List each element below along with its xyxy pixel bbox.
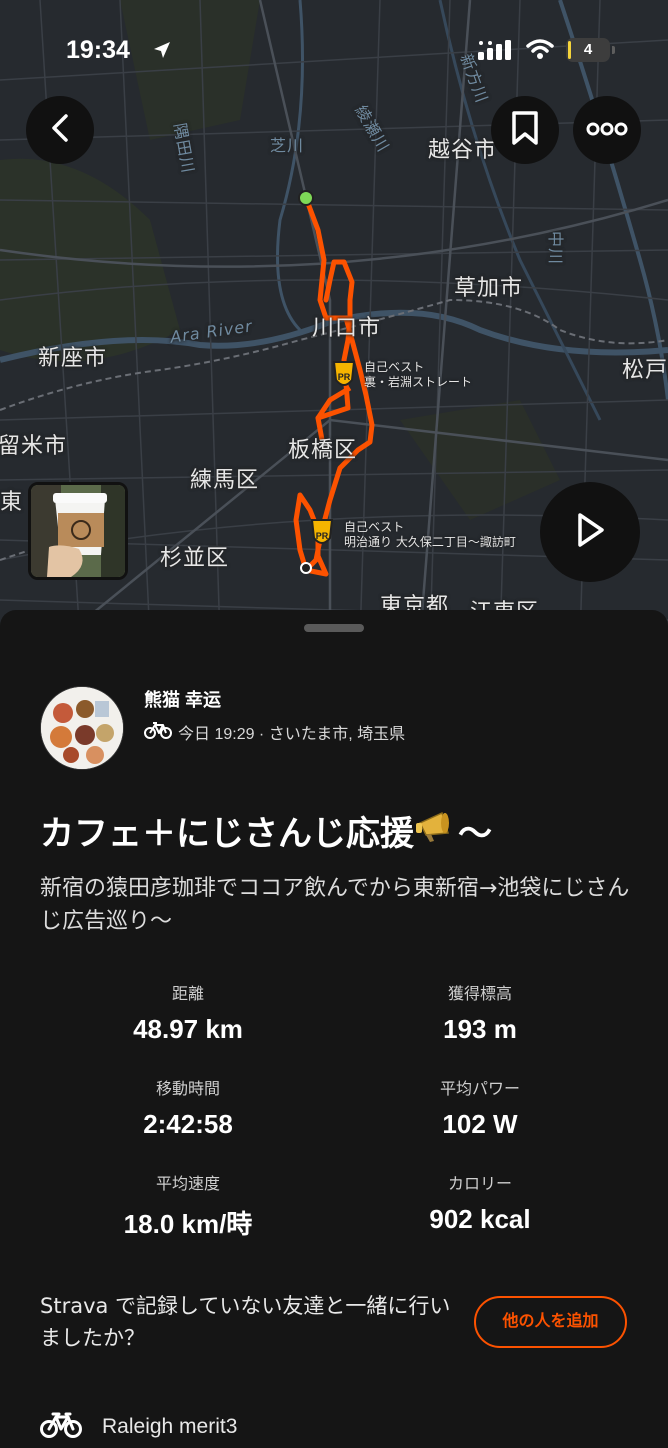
activity-description: 新宿の猿田彦珈琲でココア飲んでから東新宿→池袋にじさんじ広告巡り〜: [40, 876, 630, 934]
more-icon: [586, 121, 628, 140]
add-people-button[interactable]: 他の人を追加: [474, 1296, 627, 1348]
stat-label: カロリー: [447, 1174, 512, 1193]
more-button[interactable]: [573, 96, 641, 164]
stat-label: 移動時間: [155, 1079, 220, 1098]
stat-avg-speed: 平均速度 18.0 km/時: [68, 1172, 308, 1241]
battery-indicator: 4: [566, 38, 615, 62]
activity-meta: 今日 19:29 · さいたま市, 埼玉県: [144, 720, 405, 744]
stat-value: 902 kcal: [429, 1204, 531, 1234]
map-label-shiba: 芝川: [270, 136, 305, 155]
avatar-image: [41, 687, 123, 769]
play-icon: [574, 511, 606, 553]
friends-prompt: Strava で記録していない友達と一緒に行いましたか？: [40, 1294, 451, 1350]
coffee-cup-photo: [31, 485, 125, 577]
bike-icon: [144, 721, 172, 744]
pr-badge-icon[interactable]: PR: [310, 519, 334, 544]
stat-value: 193 m: [443, 1014, 517, 1044]
pr-segment-title: 自己ベスト: [364, 360, 425, 374]
stat-calories: カロリー 902 kcal: [360, 1172, 600, 1235]
avatar[interactable]: [40, 686, 124, 770]
pr-segment-label[interactable]: 自己ベスト 明治通り 大久保二丁目〜諏訪町: [344, 520, 516, 550]
stat-distance: 距離 48.97 km: [68, 982, 308, 1045]
stat-label: 獲得標高: [447, 984, 512, 1003]
map-label-koshigaya: 越谷市: [428, 138, 498, 163]
map-label-nerima: 練馬区: [190, 468, 260, 493]
map-label-kurume: 留米市: [0, 434, 68, 459]
activity-photo-thumbnail[interactable]: [28, 482, 128, 580]
stat-elevation-gain: 獲得標高 193 m: [360, 982, 600, 1045]
map-label-itabashi: 板橋区: [288, 438, 358, 463]
status-time: 19:34: [66, 36, 130, 64]
activity-title: カフェ＋にじさんじ応援 〜: [40, 806, 492, 855]
status-bar: 19:34 4: [0, 34, 668, 68]
route-map[interactable]: PR PR 越谷市 草加市 川口市 新座市 留米市 板橋区 練馬区 東 杉並区 …: [0, 0, 668, 640]
stat-avg-power: 平均パワー 102 W: [360, 1077, 600, 1140]
back-chevron-icon: [48, 113, 72, 147]
pr-segment-name: 裏・岩淵ストレート: [364, 375, 473, 389]
map-label-niiza: 新座市: [38, 346, 108, 371]
stat-moving-time: 移動時間 2:42:58: [68, 1077, 308, 1140]
map-label-suginami: 杉並区: [160, 546, 230, 571]
pr-badge-icon[interactable]: PR: [332, 361, 356, 386]
map-label-matsudo: 松戸: [622, 358, 668, 383]
map-label-kawaguchi: 川口市: [312, 316, 382, 341]
stat-value: 18.0 km/時: [123, 1209, 253, 1239]
pr-segment-title: 自己ベスト: [344, 520, 405, 534]
gear-row[interactable]: Raleigh merit3: [40, 1410, 237, 1444]
athlete-name[interactable]: 熊猫 幸运: [144, 686, 221, 712]
pr-segment-label[interactable]: 自己ベスト 裏・岩淵ストレート: [364, 360, 472, 390]
map-label-nakagawa: 中川: [546, 230, 566, 266]
bookmark-icon: [510, 110, 540, 150]
bookmark-button[interactable]: [491, 96, 559, 164]
stat-label: 距離: [171, 984, 204, 1003]
stat-label: 平均速度: [155, 1174, 220, 1193]
activity-details-sheet: 熊猫 幸运 今日 19:29 · さいたま市, 埼玉県 カフェ＋にじさんじ応援 …: [0, 610, 668, 1448]
activity-title-text: カフェ＋にじさんじ応援: [40, 814, 414, 854]
stat-value: 2:42:58: [143, 1109, 233, 1139]
location-arrow-icon: [152, 40, 172, 64]
sheet-grab-handle[interactable]: [304, 624, 364, 632]
svg-text:PR: PR: [338, 372, 351, 382]
signal-icon: [478, 40, 514, 64]
stat-label: 平均パワー: [439, 1079, 520, 1098]
megaphone-icon: [416, 809, 456, 852]
bike-icon: [40, 1410, 82, 1444]
play-flyover-button[interactable]: [540, 482, 640, 582]
map-label-higashi: 東: [0, 490, 24, 515]
map-label-soka: 草加市: [454, 276, 524, 301]
activity-title-suffix: 〜: [458, 814, 492, 854]
svg-text:PR: PR: [316, 531, 329, 541]
stat-value: 48.97 km: [133, 1014, 243, 1044]
activity-date-location: 今日 19:29 · さいたま市, 埼玉県: [178, 726, 406, 743]
pr-segment-name: 明治通り 大久保二丁目〜諏訪町: [344, 535, 516, 549]
back-button[interactable]: [26, 96, 94, 164]
stat-value: 102 W: [442, 1109, 518, 1139]
gear-name: Raleigh merit3: [102, 1415, 238, 1438]
wifi-icon: [526, 38, 554, 64]
